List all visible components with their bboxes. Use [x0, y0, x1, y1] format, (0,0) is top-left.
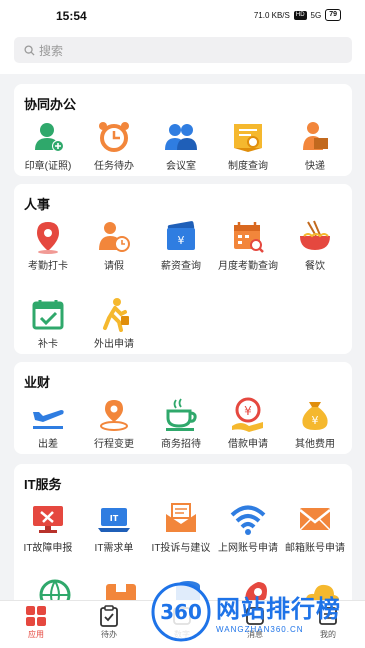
watermark-logo: 360 [151, 582, 211, 642]
section-title: 业财 [24, 375, 51, 390]
section-collab-office: 协同办公 印章(证照) 任务待办 会议室 制度查询 快递 [14, 84, 352, 176]
watermark-logo-text: 360 [160, 600, 202, 624]
app-label: 任务待办 [94, 161, 134, 172]
app-reissue-card[interactable]: 补卡 [15, 296, 81, 352]
document-search-icon [234, 124, 262, 152]
app-outing-request[interactable]: 外出申请 [81, 296, 147, 352]
speed-indicator: 71.0 KB/S [253, 10, 290, 20]
app-itinerary-change[interactable]: 行程变更 [81, 396, 147, 452]
app-label: 制度查询 [228, 161, 268, 172]
noodle-bowl-icon [300, 220, 330, 250]
courier-icon [303, 122, 328, 150]
app-it-complaint[interactable]: IT投诉与建议 [148, 500, 214, 556]
app-label: IT投诉与建议 [151, 543, 211, 554]
app-label: 考勤打卡 [28, 261, 68, 272]
signal-indicator: 5G [310, 10, 322, 20]
app-label: 外出申请 [94, 339, 134, 350]
app-loan-request[interactable]: ¥ 借款申请 [215, 396, 281, 452]
section-title: IT服务 [24, 477, 62, 492]
watermark-overlay: 360 网站排行榜 WANGZHAN360.CN [150, 575, 365, 648]
search-bar-container: 搜索 [0, 32, 365, 74]
app-other-expenses[interactable]: ¥ 其他费用 [282, 396, 348, 452]
app-label: 印章(证照) [24, 161, 72, 172]
search-input[interactable]: 搜索 [14, 37, 352, 63]
status-indicators: 71.0 KB/S HD 5G 79 [254, 9, 341, 21]
todo-clipboard-icon [100, 605, 118, 627]
app-courier[interactable]: 快递 [282, 118, 348, 174]
app-leave[interactable]: 请假 [81, 218, 147, 274]
section-title: 人事 [24, 197, 51, 212]
alarm-clock-icon [99, 122, 129, 152]
loan-hand-icon: ¥ [232, 397, 263, 432]
app-label: 行程变更 [94, 439, 134, 450]
app-label: 会议室 [166, 161, 196, 172]
section-business-finance: 业财 出差 行程变更 商务招待 ¥ 借款申请 ¥ 其他费用 [14, 362, 352, 454]
app-business-hospitality[interactable]: 商务招待 [148, 396, 214, 452]
salary-wallet-icon: ¥ [167, 221, 195, 250]
svg-text:¥: ¥ [178, 234, 185, 247]
svg-text:¥: ¥ [312, 414, 319, 427]
wifi-icon [230, 505, 266, 535]
it-laptop-icon: IT [98, 508, 130, 532]
calendar-search-icon [234, 222, 264, 253]
coffee-cup-icon [166, 398, 197, 431]
tab-apps[interactable]: 应用 [6, 605, 66, 640]
app-label: IT故障申报 [23, 543, 73, 554]
leave-clock-icon [99, 222, 130, 252]
section-hr: 人事 考勤打卡 请假 ¥ 薪资查询 月度考勤查询 餐饮 补卡 外出申请 [14, 184, 352, 354]
status-time: 15:54 [56, 9, 87, 23]
tab-todo[interactable]: 待办 [79, 605, 139, 640]
battery-icon: 79 [325, 9, 341, 21]
app-label: 补卡 [38, 339, 58, 350]
app-label: 快递 [305, 161, 325, 172]
walking-person-icon [103, 298, 129, 332]
envelope-open-icon [166, 503, 196, 532]
app-business-trip[interactable]: 出差 [15, 396, 81, 452]
tab-label: 应用 [28, 630, 44, 639]
seal-user-icon [35, 123, 64, 152]
app-it-fault-report[interactable]: IT故障申报 [15, 500, 81, 556]
app-label: 薪资查询 [161, 261, 201, 272]
app-label: IT需求单 [94, 543, 134, 554]
tab-label: 待办 [101, 630, 117, 639]
app-label: 请假 [104, 261, 124, 272]
app-label: 借款申请 [228, 439, 268, 450]
app-label: 出差 [38, 439, 58, 450]
app-catering[interactable]: 餐饮 [282, 218, 348, 274]
app-label: 月度考勤查询 [218, 261, 278, 272]
airplane-icon [33, 410, 64, 429]
watermark-title: 网站排行榜 [216, 595, 341, 623]
search-placeholder: 搜索 [39, 43, 64, 58]
app-mailbox-account[interactable]: 邮箱账号申请 [282, 500, 348, 556]
app-label: 上网账号申请 [218, 543, 278, 554]
money-bag-icon: ¥ [302, 402, 328, 430]
app-monthly-attendance[interactable]: 月度考勤查询 [215, 218, 281, 274]
search-icon [24, 44, 35, 56]
app-policy-query[interactable]: 制度查询 [215, 118, 281, 174]
app-task-todo[interactable]: 任务待办 [81, 118, 147, 174]
apps-grid-icon [26, 606, 46, 626]
location-pin-icon [37, 222, 59, 254]
app-network-account[interactable]: 上网账号申请 [215, 500, 281, 556]
app-meeting-room[interactable]: 会议室 [148, 118, 214, 174]
app-label: 邮箱账号申请 [285, 543, 345, 554]
app-seal[interactable]: 印章(证照) [15, 118, 81, 174]
calendar-check-icon [32, 300, 64, 330]
svg-text:IT: IT [110, 514, 119, 523]
app-attendance-checkin[interactable]: 考勤打卡 [15, 218, 81, 274]
route-pin-icon [100, 400, 128, 431]
app-label: 餐饮 [305, 261, 325, 272]
status-bar: 15:54 71.0 KB/S HD 5G 79 [0, 0, 365, 32]
app-salary-query[interactable]: ¥ 薪资查询 [148, 218, 214, 274]
app-it-request[interactable]: IT IT需求单 [81, 500, 147, 556]
svg-text:¥: ¥ [244, 404, 252, 418]
meeting-users-icon [165, 124, 197, 150]
section-title: 协同办公 [24, 97, 77, 112]
app-label: 商务招待 [161, 439, 201, 450]
app-label: 其他费用 [295, 439, 335, 450]
watermark-subtitle: WANGZHAN360.CN [216, 625, 304, 634]
hd-badge: HD [293, 10, 307, 20]
monitor-tools-icon [33, 506, 63, 533]
mail-icon [299, 508, 331, 531]
